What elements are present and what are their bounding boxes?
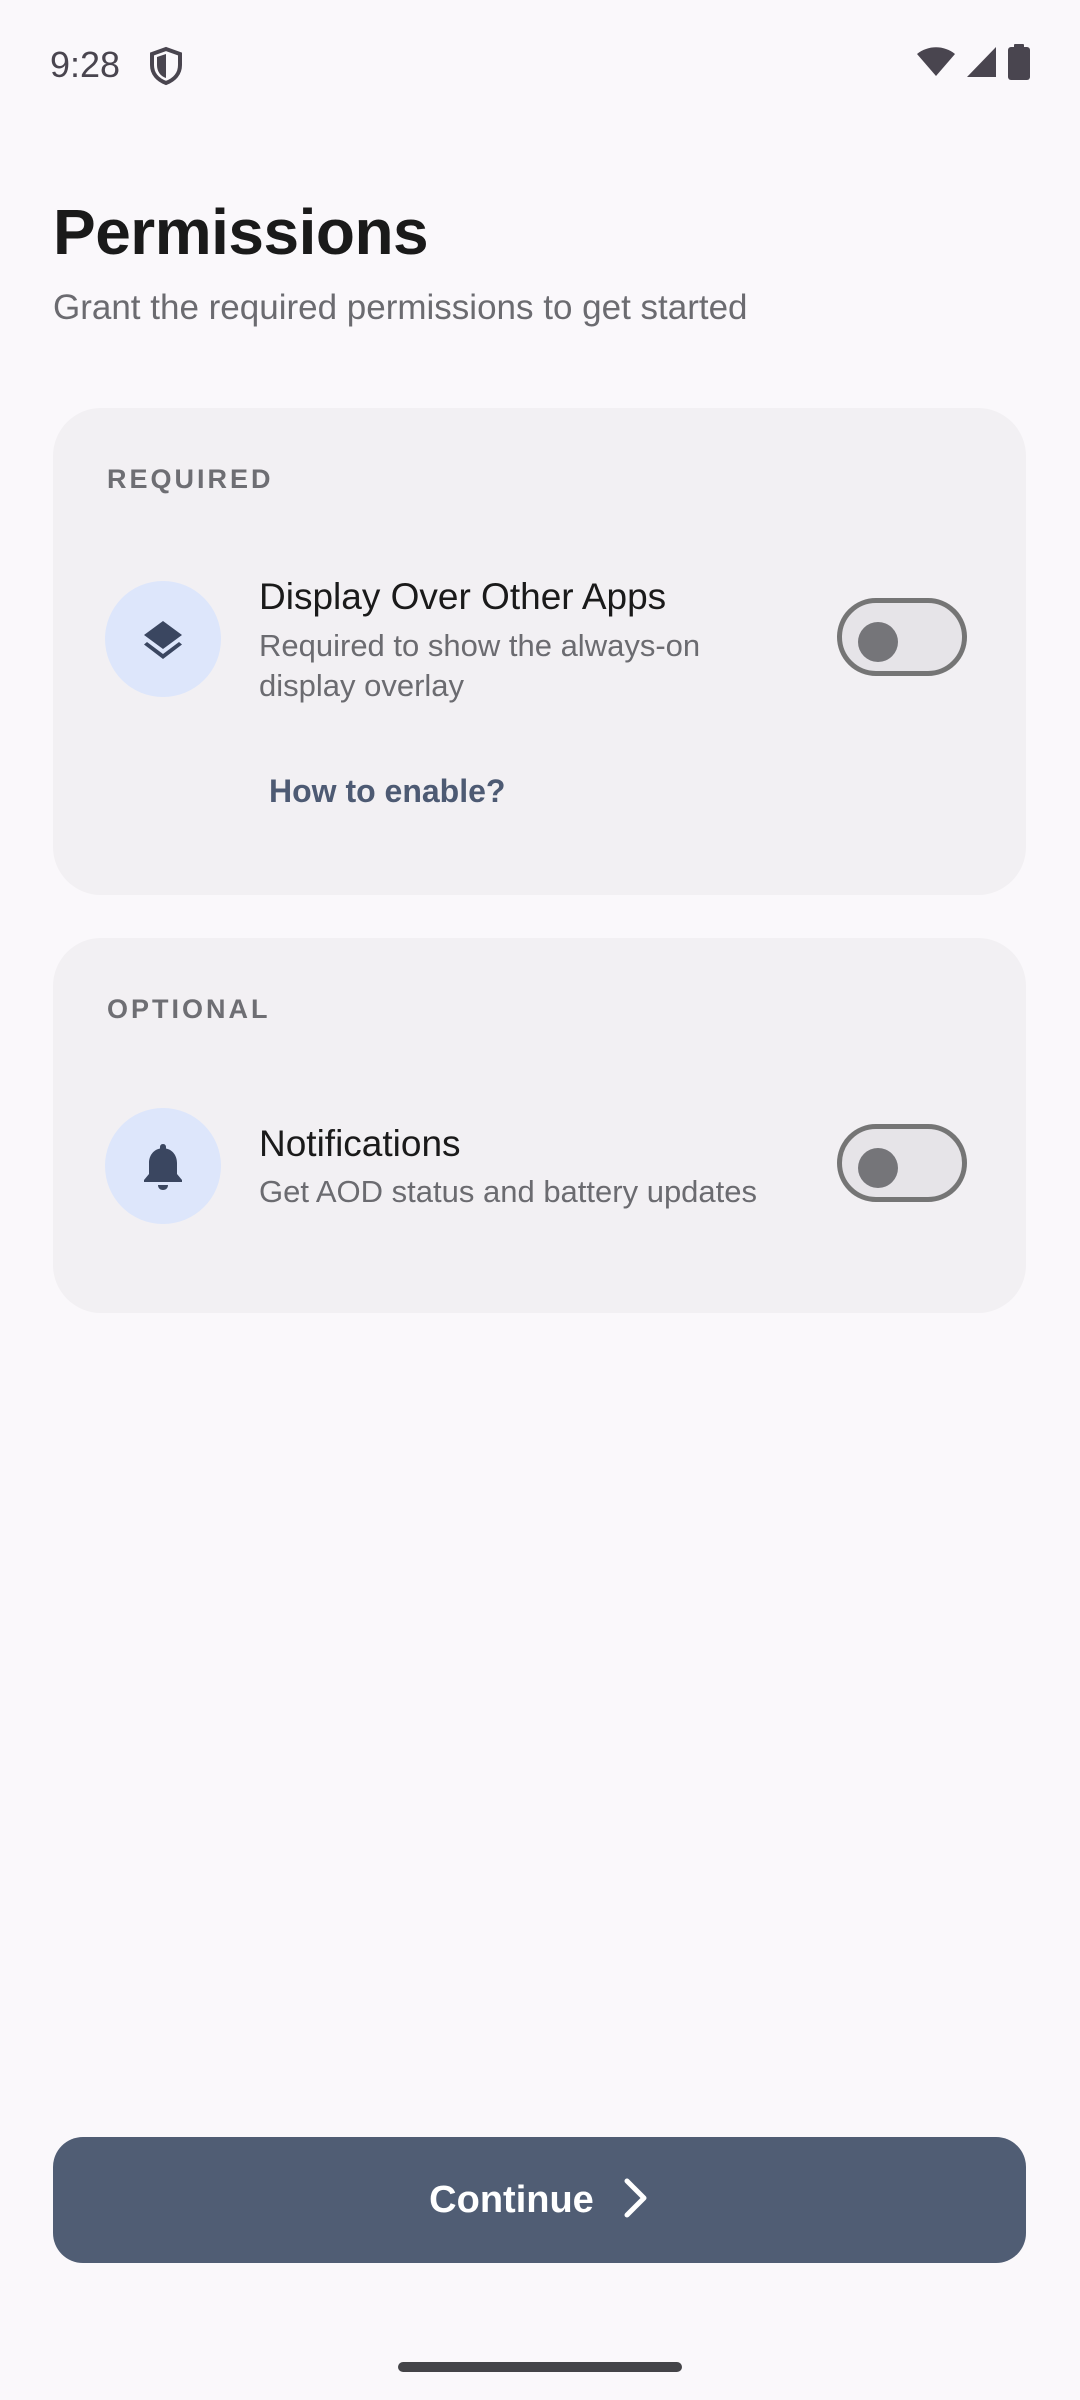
section-label-required: REQUIRED <box>107 464 274 494</box>
toggle-knob <box>858 1148 898 1188</box>
toggle-knob <box>858 622 898 662</box>
battery-icon <box>1008 44 1030 85</box>
notifications-title: Notifications <box>259 1123 461 1164</box>
chevron-right-icon <box>622 2177 650 2224</box>
notifications-toggle[interactable] <box>837 1124 967 1202</box>
section-label-optional: OPTIONAL <box>107 994 271 1024</box>
cellular-signal-icon <box>966 46 998 83</box>
notifications-description: Get AOD status and battery updates <box>259 1174 758 1209</box>
display-over-apps-title: Display Over Other Apps <box>259 576 667 617</box>
home-indicator[interactable] <box>398 2362 682 2372</box>
required-permissions-card: REQUIRED Display Over Other Apps Require… <box>53 408 1026 895</box>
page-title: Permissions <box>53 196 429 268</box>
display-over-apps-toggle[interactable] <box>837 598 967 676</box>
how-to-enable-link[interactable]: How to enable? <box>269 773 505 810</box>
continue-button[interactable]: Continue <box>53 2137 1026 2263</box>
continue-label: Continue <box>429 2178 594 2221</box>
optional-permissions-card: OPTIONAL Notifications Get AOD status an… <box>53 938 1026 1313</box>
shield-icon <box>148 46 184 86</box>
layers-icon <box>105 581 221 697</box>
status-bar: 9:28 <box>0 0 1080 130</box>
wifi-icon <box>916 46 956 83</box>
status-icons <box>916 44 1030 85</box>
status-time: 9:28 <box>50 44 121 85</box>
bell-icon <box>105 1108 221 1224</box>
page-subtitle: Grant the required permissions to get st… <box>53 288 748 327</box>
display-over-apps-description: Required to show the always-on display o… <box>259 628 701 703</box>
